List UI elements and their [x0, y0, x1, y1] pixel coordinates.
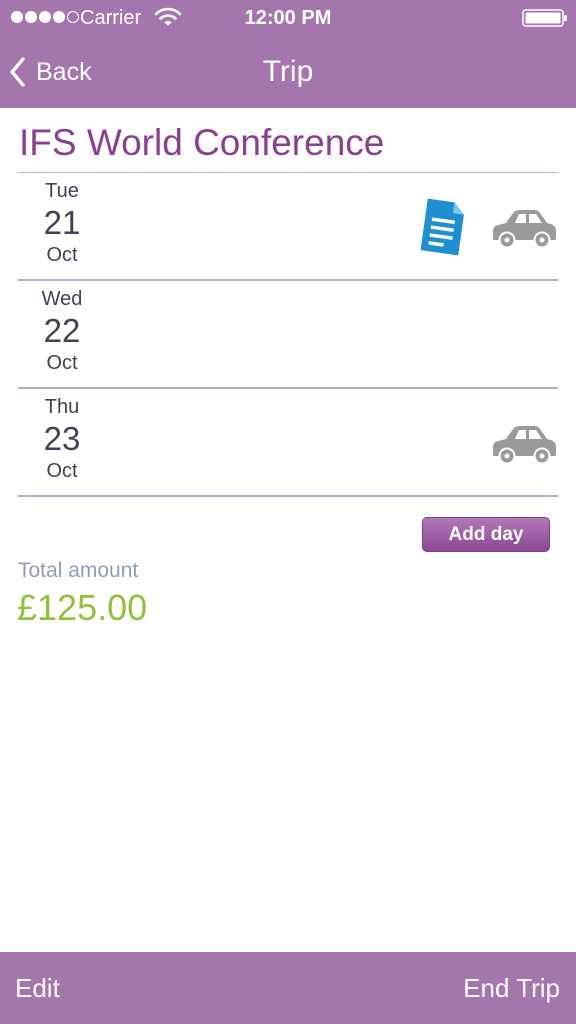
day-month: Oct	[46, 352, 78, 374]
bottom-toolbar: Edit End Trip	[0, 952, 576, 1024]
day-month: Oct	[46, 460, 78, 482]
status-bar: Carrier 12:00 PM	[0, 0, 576, 36]
day-icons	[490, 411, 558, 475]
edit-button[interactable]: Edit	[15, 971, 60, 1005]
nav-title: Trip	[262, 55, 314, 88]
day-weekday: Wed	[41, 288, 83, 310]
car-icon[interactable]	[490, 420, 558, 466]
car-icon[interactable]	[490, 204, 558, 250]
day-date: Thu 23 Oct	[18, 389, 106, 483]
day-month: Oct	[46, 244, 78, 266]
total-amount-value: £125.00	[17, 587, 148, 628]
day-row[interactable]: Thu 23 Oct	[18, 389, 558, 497]
document-icon[interactable]	[418, 197, 468, 257]
end-trip-button[interactable]: End Trip	[463, 971, 560, 1005]
day-row[interactable]: Tue 21 Oct	[18, 173, 558, 281]
day-icons	[418, 195, 558, 259]
battery-icon	[522, 9, 567, 27]
day-row[interactable]: Wed 22 Oct	[18, 281, 558, 389]
day-list: Tue 21 Oct Wed 22 Oct Thu 23 Oct	[18, 173, 558, 497]
add-day-button[interactable]: Add day	[422, 517, 550, 552]
day-weekday: Tue	[45, 180, 79, 202]
nav-bar: Back Trip	[0, 36, 576, 108]
day-number: 21	[43, 204, 81, 241]
day-date: Tue 21 Oct	[18, 173, 106, 267]
trip-screen: Carrier 12:00 PM Back Trip IFS World Con…	[0, 0, 576, 1024]
total-amount-label: Total amount	[18, 559, 139, 582]
day-date: Wed 22 Oct	[18, 281, 106, 375]
status-time: 12:00 PM	[244, 7, 332, 29]
day-number: 22	[43, 312, 81, 349]
day-number: 23	[43, 420, 81, 457]
header: Carrier 12:00 PM Back Trip	[0, 0, 576, 108]
day-weekday: Thu	[44, 396, 80, 418]
trip-title: IFS World Conference	[19, 122, 385, 163]
